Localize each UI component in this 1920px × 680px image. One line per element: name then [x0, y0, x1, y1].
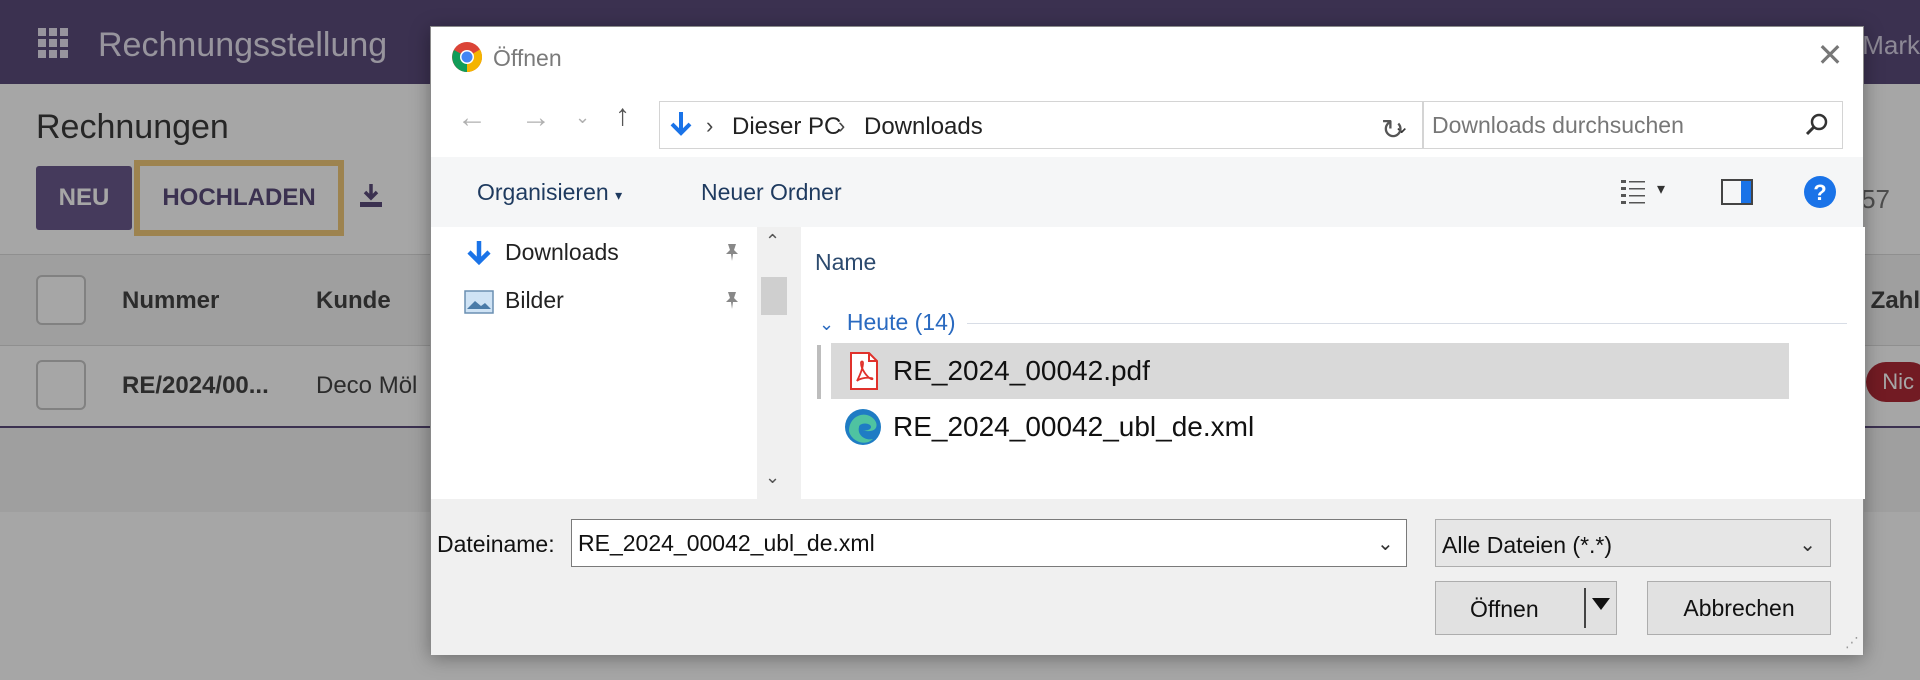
address-bar[interactable]: › Dieser PC › Downloads ⌄: [659, 101, 1423, 149]
breadcrumb-downloads[interactable]: Downloads: [864, 113, 983, 141]
dialog-navbar: ← → ⌄ ↑ › Dieser PC › Downloads ⌄ ↻: [431, 83, 1863, 157]
group-header-today[interactable]: ⌄ Heute (14): [819, 309, 956, 336]
dialog-titlebar: Öffnen ✕: [431, 27, 1863, 83]
file-list-pane: Name ⌄ Heute (14) RE_2024_00042.pdf RE_2…: [801, 227, 1865, 499]
file-type-value: Alle Dateien (*.*): [1442, 532, 1613, 558]
filename-label: Dateiname:: [437, 531, 555, 557]
pin-icon[interactable]: [721, 241, 743, 263]
cancel-button[interactable]: Abbrechen: [1647, 581, 1831, 635]
chevron-down-icon[interactable]: ⌄: [1377, 531, 1394, 556]
caret-down-icon: ▾: [615, 187, 623, 203]
resize-grip-icon[interactable]: ⋰: [1845, 634, 1859, 651]
file-row-xml[interactable]: RE_2024_00042_ubl_de.xml: [831, 399, 1789, 455]
nav-scrollbar[interactable]: ⌃ ⌄: [757, 227, 791, 499]
chevron-down-icon: ⌄: [819, 314, 835, 334]
split-divider: [1584, 588, 1586, 628]
dialog-toolbar: Organisieren ▾ Neuer Ordner ▾ ?: [431, 157, 1863, 227]
search-box[interactable]: [1423, 101, 1843, 149]
file-row-pdf[interactable]: RE_2024_00042.pdf: [831, 343, 1789, 399]
forward-arrow-icon[interactable]: →: [521, 101, 551, 135]
chevron-down-icon: ⌄: [1799, 534, 1816, 556]
pin-icon[interactable]: [721, 289, 743, 311]
pictures-folder-icon: [464, 290, 494, 314]
breadcrumb-this-pc[interactable]: Dieser PC: [732, 113, 841, 141]
organize-menu[interactable]: Organisieren ▾: [477, 179, 622, 206]
navigation-pane: Downloads Bilder ⌃ ⌄: [431, 227, 791, 499]
open-button[interactable]: Öffnen: [1435, 581, 1617, 635]
file-name: RE_2024_00042.pdf: [893, 355, 1150, 386]
recent-chevron-icon[interactable]: ⌄: [575, 107, 590, 128]
file-type-select[interactable]: Alle Dateien (*.*) ⌄: [1435, 519, 1831, 567]
nav-item-label: Bilder: [505, 287, 564, 313]
download-folder-icon: [467, 241, 491, 266]
filename-input[interactable]: [571, 519, 1407, 567]
scroll-up-icon[interactable]: ⌃: [765, 231, 780, 252]
file-open-dialog: Öffnen ✕ ← → ⌄ ↑ › Dieser PC › Downloads…: [430, 26, 1865, 655]
group-divider: [967, 323, 1847, 324]
breadcrumb-separator-icon: ›: [838, 113, 846, 138]
nav-item-label: Downloads: [505, 239, 619, 265]
up-arrow-icon[interactable]: ↑: [615, 99, 630, 133]
column-name[interactable]: Name: [815, 249, 876, 276]
preview-pane-icon[interactable]: [1721, 179, 1753, 205]
nav-item-downloads[interactable]: Downloads: [467, 239, 738, 279]
download-folder-icon: [670, 112, 692, 136]
new-folder-button[interactable]: Neuer Ordner: [701, 179, 842, 206]
back-arrow-icon[interactable]: ←: [457, 101, 487, 135]
view-caret-icon[interactable]: ▾: [1657, 179, 1665, 199]
scrollbar-thumb[interactable]: [761, 277, 787, 315]
search-icon: [1805, 113, 1828, 136]
dialog-title: Öffnen: [493, 45, 562, 71]
selection-indicator: [817, 345, 821, 399]
scroll-down-icon[interactable]: ⌄: [765, 467, 780, 488]
search-input[interactable]: [1432, 110, 1792, 140]
close-icon[interactable]: ✕: [1813, 39, 1847, 73]
group-label: Heute (14): [846, 309, 956, 335]
help-icon[interactable]: ?: [1803, 175, 1837, 209]
organize-label: Organisieren: [477, 179, 609, 205]
pdf-file-icon: [850, 352, 878, 390]
dialog-footer: Dateiname: ⌄ Alle Dateien (*.*) ⌄ Öffnen…: [431, 499, 1863, 655]
view-options-icon[interactable]: [1619, 177, 1649, 207]
file-name: RE_2024_00042_ubl_de.xml: [893, 411, 1255, 442]
nav-item-pictures[interactable]: Bilder: [464, 287, 738, 327]
chrome-icon: [452, 42, 483, 72]
svg-text:?: ?: [1813, 180, 1826, 205]
caret-down-icon[interactable]: [1592, 598, 1610, 610]
refresh-icon[interactable]: ↻: [1381, 113, 1404, 146]
breadcrumb-separator-icon: ›: [706, 113, 714, 138]
edge-xml-file-icon: [845, 409, 881, 445]
open-button-label: Öffnen: [1470, 596, 1539, 622]
